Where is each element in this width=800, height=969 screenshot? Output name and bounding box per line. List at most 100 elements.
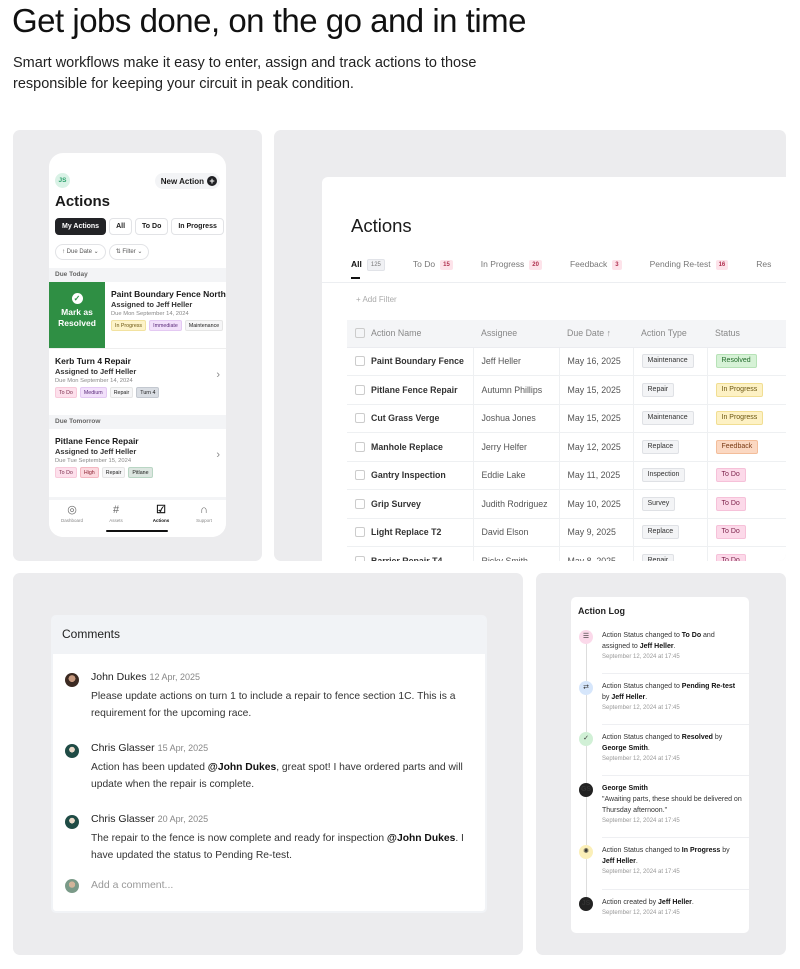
cell-action-name: Barrier Repair T4 — [347, 546, 474, 561]
table-row[interactable]: Manhole Replace Jerry Helfer May 12, 2025 R… — [347, 432, 786, 462]
row-checkbox[interactable] — [355, 498, 365, 509]
page-title: Actions — [55, 193, 111, 210]
check-icon: ✓ — [579, 732, 593, 746]
tab-pending-retest[interactable]: Pending Re-test 16 — [650, 259, 729, 279]
add-filter-button[interactable]: + Add Filter — [356, 295, 397, 304]
type-pill: Replace — [641, 525, 680, 540]
row-checkbox[interactable] — [355, 527, 365, 538]
status-tag: To Do — [55, 387, 77, 398]
cell-status: Resolved — [707, 347, 786, 376]
cell-action-name: Cut Grass Verge — [347, 404, 474, 433]
table-row[interactable]: Light Replace T2 David Elson May 9, 2025 Re… — [347, 518, 786, 547]
comments-panel: Comments John Dukes 12 Apr, 2025 Please u… — [13, 573, 523, 955]
action-name: Kerb Turn 4 Repair — [55, 356, 131, 366]
phone-screen: JS New Action + Actions My Actions All T… — [49, 153, 226, 537]
user-avatar[interactable]: JS — [55, 173, 70, 188]
tab-feedback[interactable]: Feedback 3 — [570, 259, 622, 279]
divider — [602, 724, 749, 725]
comment-body: Action has been updated @John Dukes, gre… — [91, 762, 463, 790]
comment-date: 12 Apr, 2025 — [149, 672, 200, 682]
count-badge: 125 — [366, 259, 385, 271]
table-row[interactable]: Pitlane Fence Repair Autumn Phillips May 1… — [347, 375, 786, 405]
mark-resolved-button[interactable]: ✓ Mark as Resolved — [49, 282, 105, 348]
column-header-assignee[interactable]: Assignee — [473, 320, 559, 348]
chevron-right-icon: › — [216, 449, 220, 461]
comments-card: Comments John Dukes 12 Apr, 2025 Please u… — [51, 615, 487, 913]
tab-all[interactable]: All 125 — [351, 259, 385, 279]
sort-due-date-button[interactable]: ↑ Due Date ⌄ — [55, 244, 106, 260]
chevron-right-icon: › — [216, 369, 220, 381]
tabs-divider — [322, 282, 786, 283]
chip-my-actions[interactable]: My Actions — [55, 218, 107, 235]
mention-link[interactable]: @John Dukes — [387, 833, 455, 844]
mention-link[interactable]: @John Dukes — [208, 762, 276, 773]
table-row[interactable]: Paint Boundary Fence Jeff Heller May 16, 2… — [347, 347, 786, 376]
status-pill: To Do — [715, 468, 746, 483]
log-text: Action Status changed to Resolved by Geo… — [602, 734, 723, 752]
row-checkbox[interactable] — [355, 384, 365, 395]
cell-status: Feedback — [707, 432, 786, 462]
column-header-action-type[interactable]: Action Type — [633, 320, 707, 348]
cell-action-name: Pitlane Fence Repair — [347, 375, 474, 405]
column-header-action-name[interactable]: Action Name — [347, 320, 473, 348]
table-row[interactable]: Gantry Inspection Eddie Lake May 11, 2025 I… — [347, 461, 786, 490]
type-tag: Repair — [101, 467, 126, 478]
status-tag: To Do — [55, 467, 77, 478]
hero-subtitle: Smart workflows make it easy to enter, a… — [13, 55, 477, 92]
row-checkbox[interactable] — [355, 555, 365, 561]
new-action-button[interactable]: New Action + — [154, 173, 220, 189]
comments-title: Comments — [53, 617, 485, 654]
column-header-status[interactable]: Status — [707, 320, 786, 348]
action-due: Due Mon September 14, 2024 — [55, 378, 133, 384]
nav-support[interactable]: ∩ Support — [184, 504, 224, 523]
log-timestamp: September 12, 2024 at 17:45 — [602, 705, 680, 711]
log-timestamp: September 12, 2024 at 17:45 — [602, 818, 680, 824]
action-card[interactable]: ✓ Mark as Resolved Paint Boundary Fence … — [49, 282, 226, 348]
type-pill: Repair — [641, 553, 675, 561]
list-icon: ☰ — [579, 630, 593, 644]
hero-title: Get jobs done, on the go and in time — [12, 2, 527, 39]
add-comment-input[interactable]: Add a comment... — [65, 879, 485, 895]
action-card[interactable]: Pitlane Fence Repair Assigned to Jeff He… — [49, 429, 226, 491]
cell-action-type: Survey — [633, 489, 708, 519]
status-tag: In Progress — [111, 320, 147, 331]
nav-actions[interactable]: ☑ Actions — [141, 504, 181, 523]
avatar-js: JS — [579, 897, 593, 911]
action-name: Pitlane Fence Repair — [55, 436, 139, 446]
tab-resolved[interactable]: Res — [756, 259, 771, 279]
bottom-nav: ◎ Dashboard # Assets ☑ Actions ∩ Support — [49, 497, 226, 537]
row-checkbox[interactable] — [355, 413, 365, 424]
filter-button[interactable]: ⇅ Filter ⌄ — [108, 244, 150, 260]
divider — [602, 889, 749, 890]
table-row[interactable]: Cut Grass Verge Joshua Jones May 15, 2025 M… — [347, 404, 786, 433]
log-text: Action Status changed to To Do and assig… — [602, 632, 715, 650]
row-checkbox[interactable] — [355, 441, 365, 452]
type-pill: Survey — [641, 496, 676, 511]
chip-to-do[interactable]: To Do — [135, 218, 169, 235]
cell-due-date: May 9, 2025 — [559, 518, 634, 547]
row-checkbox[interactable] — [355, 356, 365, 367]
cell-due-date: May 16, 2025 — [559, 347, 634, 376]
tab-to-do[interactable]: To Do 15 — [413, 259, 453, 279]
select-all-checkbox[interactable] — [355, 328, 365, 339]
column-header-due-date[interactable]: Due Date ↑ — [559, 320, 633, 348]
nav-dashboard[interactable]: ◎ Dashboard — [52, 504, 92, 523]
avatar — [65, 815, 79, 829]
comment-date: 15 Apr, 2025 — [157, 743, 209, 753]
cell-assignee: Judith Rodriguez — [473, 489, 560, 519]
home-indicator — [106, 530, 168, 532]
comment-date: 20 Apr, 2025 — [157, 814, 209, 824]
nav-assets[interactable]: # Assets — [96, 504, 136, 523]
table-row[interactable]: Barrier Repair T4 Ricky Smith May 8, 2025 R… — [347, 546, 786, 561]
chip-all[interactable]: All — [109, 218, 133, 235]
type-pill: Maintenance — [641, 411, 694, 426]
table-row[interactable]: Grip Survey Judith Rodriguez May 10, 2025 S… — [347, 489, 786, 519]
desktop-panel: Actions All 125 To Do 15 In Progress 20 Fee… — [274, 130, 786, 561]
tab-in-progress[interactable]: In Progress 20 — [481, 259, 542, 279]
status-pill: To Do — [715, 525, 746, 540]
action-card[interactable]: Kerb Turn 4 Repair Assigned to Jeff Hell… — [49, 349, 226, 411]
cell-due-date: May 11, 2025 — [559, 461, 634, 490]
chip-in-progress[interactable]: In Progress — [171, 218, 224, 235]
cell-action-type: Repair — [633, 546, 708, 561]
row-checkbox[interactable] — [355, 470, 365, 481]
